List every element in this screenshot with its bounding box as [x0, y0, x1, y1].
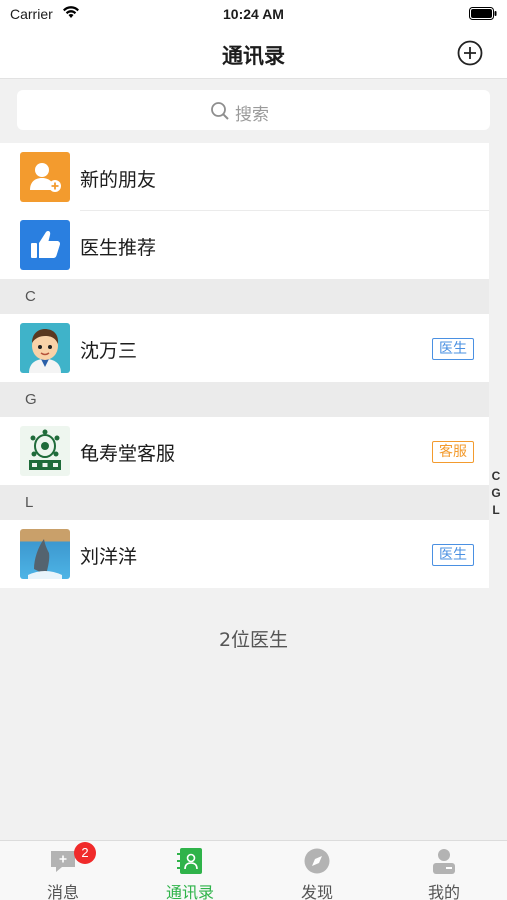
search-icon: [211, 102, 229, 120]
search-area: 搜索: [0, 80, 507, 142]
doctor-recommend-label: 医生推荐: [80, 237, 157, 259]
tab-label: 通讯录: [165, 883, 214, 900]
tab-label: 我的: [427, 883, 460, 900]
new-friends-item[interactable]: 新的朋友: [0, 143, 489, 211]
tab-contacts[interactable]: 通讯录: [127, 841, 253, 900]
cartoon-boy-avatar: [20, 323, 70, 373]
contact-name: 刘洋洋: [80, 546, 138, 568]
compass-icon: [304, 848, 330, 874]
contacts-icon: [177, 848, 202, 874]
status-time: 10:24 AM: [223, 6, 284, 22]
contact-count: 2位医生: [218, 629, 289, 651]
contact-row[interactable]: 刘洋洋 医生: [0, 520, 489, 588]
section-header-l: L: [0, 485, 489, 520]
section-header-g: G: [0, 382, 489, 417]
contact-name: 沈万三: [80, 340, 138, 362]
battery-icon: [469, 7, 497, 20]
search-placeholder: 搜索: [235, 105, 269, 125]
service-tag: 客服: [432, 441, 474, 463]
search-input[interactable]: 搜索: [17, 90, 490, 130]
tab-profile[interactable]: 我的: [381, 841, 507, 900]
tab-label: 消息: [46, 883, 79, 900]
add-contact-button[interactable]: [457, 40, 483, 66]
status-bar: Carrier 10:24 AM: [0, 0, 507, 26]
alphabet-index: C G L: [490, 468, 502, 519]
page-title: 通讯录: [222, 44, 285, 68]
contact-name: 龟寿堂客服: [80, 443, 176, 465]
unread-badge: 2: [74, 842, 96, 864]
index-letter-l[interactable]: L: [490, 502, 502, 519]
profile-icon: [433, 849, 455, 874]
section-header-c: C: [0, 279, 489, 314]
contact-row[interactable]: 沈万三 医生: [0, 314, 489, 382]
tab-bar: 2 消息 通讯录 发现 我的: [0, 840, 507, 900]
index-letter-c[interactable]: C: [490, 468, 502, 485]
index-letter-g[interactable]: G: [490, 485, 502, 502]
tab-messages[interactable]: 2 消息: [0, 841, 126, 900]
new-friends-label: 新的朋友: [80, 169, 157, 191]
doctor-tag: 医生: [432, 544, 474, 566]
turtle-logo-avatar: [20, 426, 70, 476]
contact-list: 新的朋友 医生推荐 C 沈万三 医生 G 龟寿堂客服 客服 L 刘洋洋 医生: [0, 143, 489, 588]
message-icon: [51, 851, 75, 872]
thumbs-up-icon: [20, 220, 70, 270]
contact-row[interactable]: 龟寿堂客服 客服: [0, 417, 489, 485]
add-friend-icon: [20, 152, 70, 202]
tab-label: 发现: [300, 883, 333, 900]
dolphin-photo-avatar: [20, 529, 70, 579]
tab-discover[interactable]: 发现: [254, 841, 380, 900]
nav-bar: 通讯录: [0, 26, 507, 79]
doctor-tag: 医生: [432, 338, 474, 360]
doctor-recommend-item[interactable]: 医生推荐: [0, 211, 489, 279]
